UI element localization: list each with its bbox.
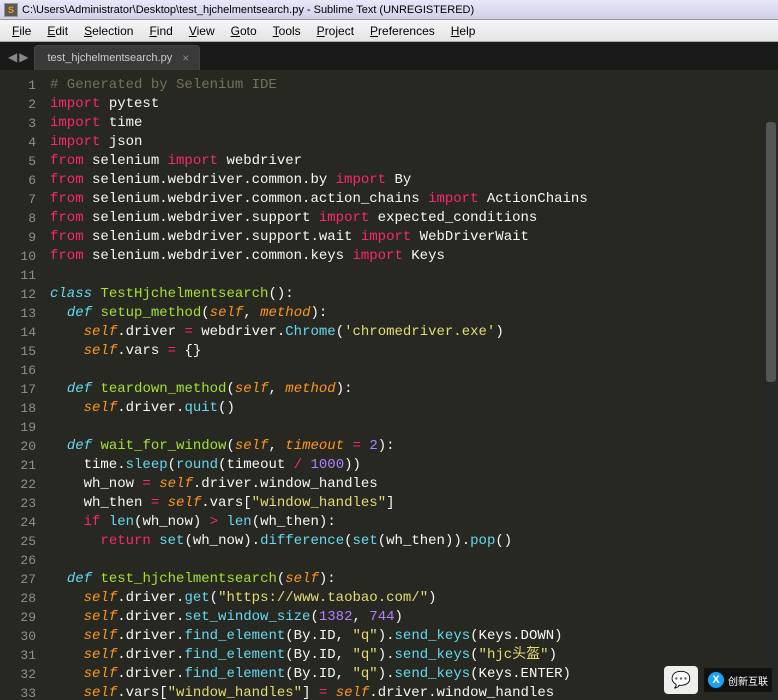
menu-selection[interactable]: Selection — [76, 22, 141, 40]
menu-edit[interactable]: Edit — [39, 22, 76, 40]
code-line[interactable] — [50, 418, 778, 437]
line-number: 15 — [0, 342, 36, 361]
line-number: 2 — [0, 95, 36, 114]
menu-help[interactable]: Help — [443, 22, 484, 40]
line-number: 3 — [0, 114, 36, 133]
code-line[interactable]: from selenium import webdriver — [50, 152, 778, 171]
code-line[interactable]: from selenium.webdriver.support import e… — [50, 209, 778, 228]
line-number: 12 — [0, 285, 36, 304]
line-number: 23 — [0, 494, 36, 513]
line-number: 25 — [0, 532, 36, 551]
line-number: 26 — [0, 551, 36, 570]
code-line[interactable]: return set(wh_now).difference(set(wh_the… — [50, 532, 778, 551]
code-line[interactable]: self.driver = webdriver.Chrome('chromedr… — [50, 323, 778, 342]
line-number: 7 — [0, 190, 36, 209]
code-line[interactable]: if len(wh_now) > len(wh_then): — [50, 513, 778, 532]
menubar: FileEditSelectionFindViewGotoToolsProjec… — [0, 20, 778, 42]
line-number: 13 — [0, 304, 36, 323]
code-line[interactable]: from selenium.webdriver.common.action_ch… — [50, 190, 778, 209]
line-number: 11 — [0, 266, 36, 285]
line-number: 10 — [0, 247, 36, 266]
line-number: 20 — [0, 437, 36, 456]
code-line[interactable]: self.vars = {} — [50, 342, 778, 361]
line-number: 9 — [0, 228, 36, 247]
brand-logo-icon: X — [708, 672, 724, 688]
menu-project[interactable]: Project — [309, 22, 362, 40]
line-number: 24 — [0, 513, 36, 532]
vertical-scrollbar[interactable] — [764, 120, 778, 700]
watermark: 💬 X 创新互联 — [664, 666, 772, 694]
line-number: 30 — [0, 627, 36, 646]
line-number: 28 — [0, 589, 36, 608]
tabbar: ◀ ▶ test_hjchelmentsearch.py × — [0, 42, 778, 70]
menu-goto[interactable]: Goto — [223, 22, 265, 40]
line-number: 14 — [0, 323, 36, 342]
line-number: 18 — [0, 399, 36, 418]
code-area[interactable]: # Generated by Selenium IDEimport pytest… — [46, 70, 778, 700]
wechat-icon: 💬 — [664, 666, 698, 694]
code-line[interactable] — [50, 266, 778, 285]
menu-tools[interactable]: Tools — [265, 22, 309, 40]
code-line[interactable] — [50, 551, 778, 570]
scrollbar-thumb[interactable] — [766, 122, 776, 382]
code-line[interactable]: self.driver.find_element(By.ID, "q").sen… — [50, 627, 778, 646]
code-line[interactable]: self.driver.get("https://www.taobao.com/… — [50, 589, 778, 608]
file-tab[interactable]: test_hjchelmentsearch.py × — [34, 45, 200, 70]
code-line[interactable]: def wait_for_window(self, timeout = 2): — [50, 437, 778, 456]
line-number: 31 — [0, 646, 36, 665]
line-number: 29 — [0, 608, 36, 627]
code-line[interactable]: self.driver.quit() — [50, 399, 778, 418]
line-number: 8 — [0, 209, 36, 228]
code-line[interactable]: from selenium.webdriver.common.by import… — [50, 171, 778, 190]
window-title: C:\Users\Administrator\Desktop\test_hjch… — [22, 4, 474, 16]
code-line[interactable]: time.sleep(round(timeout / 1000)) — [50, 456, 778, 475]
line-number: 5 — [0, 152, 36, 171]
brand-badge: X 创新互联 — [704, 668, 772, 692]
code-line[interactable]: def setup_method(self, method): — [50, 304, 778, 323]
line-number: 4 — [0, 133, 36, 152]
code-line[interactable]: from selenium.webdriver.support.wait imp… — [50, 228, 778, 247]
code-line[interactable]: class TestHjchelmentsearch(): — [50, 285, 778, 304]
line-number: 1 — [0, 76, 36, 95]
nav-back-icon[interactable]: ◀ — [8, 50, 17, 64]
code-line[interactable]: self.driver.find_element(By.ID, "q").sen… — [50, 646, 778, 665]
window-titlebar: S C:\Users\Administrator\Desktop\test_hj… — [0, 0, 778, 20]
nav-forward-icon[interactable]: ▶ — [19, 50, 28, 64]
code-line[interactable]: from selenium.webdriver.common.keys impo… — [50, 247, 778, 266]
editor[interactable]: 1234567891011121314151617181920212223242… — [0, 70, 778, 700]
code-line[interactable]: import time — [50, 114, 778, 133]
code-line[interactable]: def test_hjchelmentsearch(self): — [50, 570, 778, 589]
line-number: 33 — [0, 684, 36, 700]
line-number: 19 — [0, 418, 36, 437]
app-icon: S — [4, 3, 18, 17]
line-number: 27 — [0, 570, 36, 589]
line-number: 16 — [0, 361, 36, 380]
code-line[interactable]: import pytest — [50, 95, 778, 114]
code-line[interactable]: self.driver.set_window_size(1382, 744) — [50, 608, 778, 627]
code-line[interactable]: wh_now = self.driver.window_handles — [50, 475, 778, 494]
code-line[interactable]: # Generated by Selenium IDE — [50, 76, 778, 95]
code-line[interactable]: import json — [50, 133, 778, 152]
tab-close-icon[interactable]: × — [182, 51, 189, 65]
menu-view[interactable]: View — [181, 22, 223, 40]
line-number: 6 — [0, 171, 36, 190]
tab-nav-arrows[interactable]: ◀ ▶ — [6, 46, 34, 70]
gutter: 1234567891011121314151617181920212223242… — [0, 70, 46, 700]
brand-text: 创新互联 — [728, 673, 768, 688]
line-number: 22 — [0, 475, 36, 494]
menu-find[interactable]: Find — [141, 22, 180, 40]
line-number: 32 — [0, 665, 36, 684]
code-line[interactable] — [50, 361, 778, 380]
menu-file[interactable]: File — [4, 22, 39, 40]
line-number: 21 — [0, 456, 36, 475]
code-line[interactable]: def teardown_method(self, method): — [50, 380, 778, 399]
tab-label: test_hjchelmentsearch.py — [47, 52, 172, 64]
line-number: 17 — [0, 380, 36, 399]
menu-preferences[interactable]: Preferences — [362, 22, 443, 40]
code-line[interactable]: wh_then = self.vars["window_handles"] — [50, 494, 778, 513]
